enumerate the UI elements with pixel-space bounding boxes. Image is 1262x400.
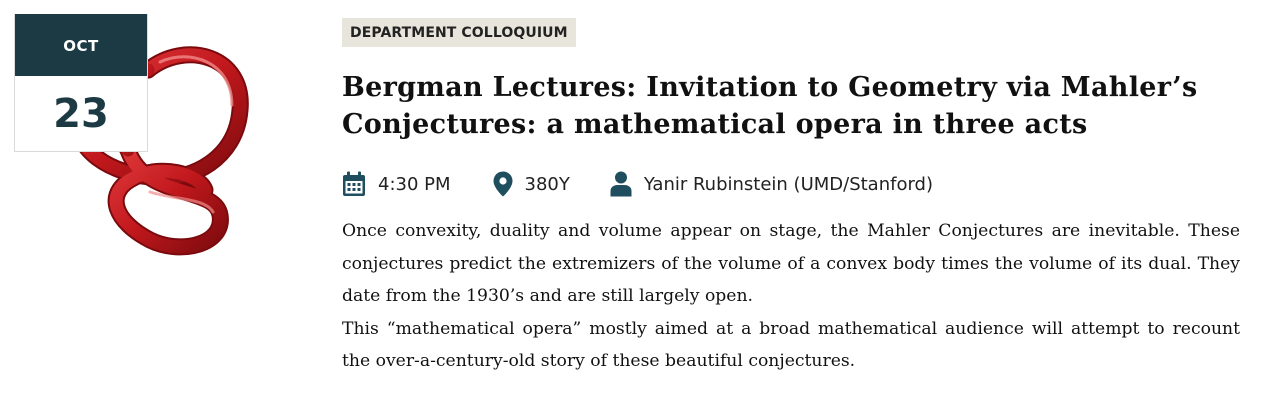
event-description: Once convexity, duality and volume appea… xyxy=(342,215,1240,378)
event-speaker: Yanir Rubinstein (UMD/Stanford) xyxy=(610,171,933,197)
date-day: 23 xyxy=(53,91,109,137)
event-location-text: 380Y xyxy=(524,173,570,195)
description-paragraph: Once convexity, duality and volume appea… xyxy=(342,221,1240,306)
event-location: 380Y xyxy=(493,171,570,197)
event-title[interactable]: Bergman Lectures: Invitation to Geometry… xyxy=(342,69,1247,143)
event-time: 4:30 PM xyxy=(342,171,451,197)
map-pin-icon xyxy=(493,171,513,197)
event-content: DEPARTMENT COLLOQUIUM Bergman Lectures: … xyxy=(342,18,1247,378)
event-time-text: 4:30 PM xyxy=(378,173,451,195)
category-tag[interactable]: DEPARTMENT COLLOQUIUM xyxy=(342,18,576,47)
calendar-icon xyxy=(342,171,366,197)
description-paragraph: This “mathematical opera” mostly aimed a… xyxy=(342,318,1240,372)
date-badge: OCT 23 xyxy=(14,14,148,152)
event-speaker-text: Yanir Rubinstein (UMD/Stanford) xyxy=(643,173,934,195)
person-icon xyxy=(610,171,632,197)
event-meta: 4:30 PM 380Y Yanir Rubinstein (UMD/Stanf… xyxy=(342,169,1247,199)
date-month: OCT xyxy=(15,14,147,76)
